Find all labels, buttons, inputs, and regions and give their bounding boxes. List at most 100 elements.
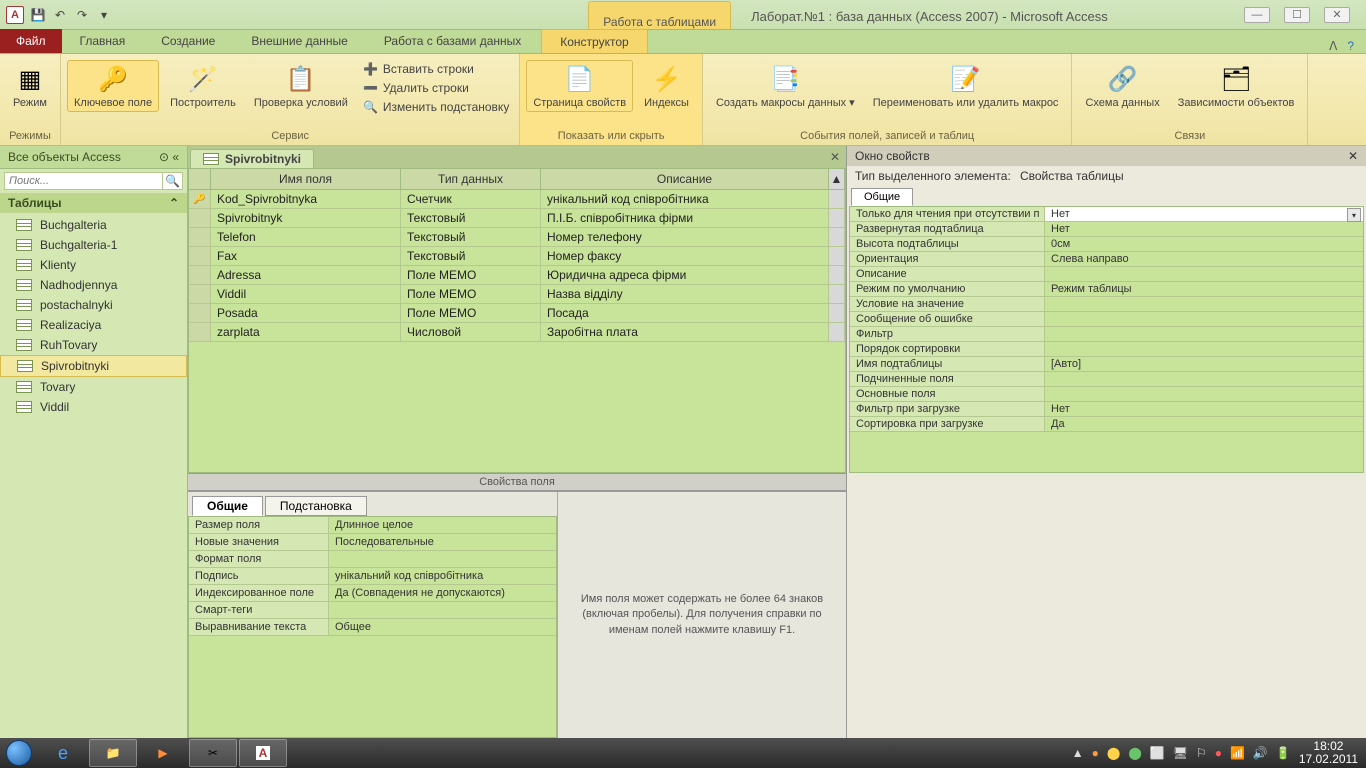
fp-tab-lookup[interactable]: Подстановка xyxy=(265,496,367,516)
pw-tab-general[interactable]: Общие xyxy=(851,188,913,206)
doc-tab-spivrobitnyki[interactable]: Spivrobitnyki xyxy=(190,149,314,168)
tab-external-data[interactable]: Внешние данные xyxy=(233,29,366,53)
fp-row[interactable]: Подписьунікальний код співробітника xyxy=(189,568,556,585)
pw-row[interactable]: Только для чтения при отсутствии пНет▾ xyxy=(850,207,1363,222)
tray-icon[interactable]: ⬤ xyxy=(1107,746,1120,760)
nav-item-buchgalteria-1[interactable]: Buchgalteria-1 xyxy=(0,235,187,255)
taskbar-snip[interactable]: ✂ xyxy=(189,739,237,767)
pw-row[interactable]: Фильтр xyxy=(850,327,1363,342)
tray-icon[interactable]: 🖥 xyxy=(1173,746,1188,760)
modify-lookup-button[interactable]: 🔍Изменить подстановку xyxy=(359,98,513,116)
pw-row[interactable]: Описание xyxy=(850,267,1363,282)
delete-rows-button[interactable]: ➖Удалить строки xyxy=(359,79,513,97)
nav-header[interactable]: Все объекты Access ⊙ « xyxy=(0,146,187,169)
pw-row[interactable]: Высота подтаблицы0см xyxy=(850,237,1363,252)
tab-home[interactable]: Главная xyxy=(62,29,144,53)
taskbar-access[interactable]: A xyxy=(239,739,287,767)
tab-database-tools[interactable]: Работа с базами данных xyxy=(366,29,539,53)
nav-section-tables[interactable]: Таблицы ⌃ xyxy=(0,193,187,213)
minimize-ribbon-icon[interactable]: ᐱ xyxy=(1329,39,1337,53)
create-macros-button[interactable]: 📑 Создать макросы данных ▾ xyxy=(709,60,862,112)
property-sheet-button[interactable]: 📄 Страница свойств xyxy=(526,60,633,112)
tray-icon[interactable]: ● xyxy=(1092,746,1099,760)
pw-row[interactable]: Сортировка при загрузкеДа xyxy=(850,417,1363,432)
help-icon[interactable]: ? xyxy=(1347,39,1354,53)
fp-grid[interactable]: Размер поляДлинное целоеНовые значенияПо… xyxy=(188,516,557,738)
pw-row[interactable]: Развернутая подтаблицаНет xyxy=(850,222,1363,237)
nav-item-postachalnyki[interactable]: postachalnyki xyxy=(0,295,187,315)
pw-row[interactable]: Имя подтаблицы[Авто] xyxy=(850,357,1363,372)
taskbar-explorer[interactable]: 📁 xyxy=(89,739,137,767)
pw-row[interactable]: Условие на значение xyxy=(850,297,1363,312)
field-row[interactable]: SpivrobitnykТекстовыйП.І.Б. співробітник… xyxy=(189,209,845,228)
nav-item-klienty[interactable]: Klienty xyxy=(0,255,187,275)
network-icon[interactable]: 📶 xyxy=(1230,746,1245,760)
pw-row[interactable]: Основные поля xyxy=(850,387,1363,402)
field-row[interactable]: PosadaПоле МЕМОПосада xyxy=(189,304,845,323)
indexes-button[interactable]: ⚡ Индексы xyxy=(637,60,696,112)
grid-body[interactable]: 🔑Kod_SpivrobitnykaСчетчикунікальний код … xyxy=(189,190,845,342)
builder-button[interactable]: 🪄 Построитель xyxy=(163,60,243,112)
taskbar-ie[interactable]: e xyxy=(39,739,87,767)
file-tab[interactable]: Файл xyxy=(0,29,62,53)
save-icon[interactable]: 💾 xyxy=(30,7,46,23)
redo-icon[interactable]: ↷ xyxy=(74,7,90,23)
pw-row[interactable]: Порядок сортировки xyxy=(850,342,1363,357)
pw-row[interactable]: ОриентацияСлева направо xyxy=(850,252,1363,267)
battery-icon[interactable]: 🔋 xyxy=(1276,746,1291,760)
nav-collapse-icon[interactable]: ⊙ « xyxy=(159,150,179,164)
pw-row[interactable]: Подчиненные поля xyxy=(850,372,1363,387)
volume-icon[interactable]: 🔊 xyxy=(1253,746,1268,760)
pw-row[interactable]: Режим по умолчаниюРежим таблицы xyxy=(850,282,1363,297)
nav-item-buchgalteria[interactable]: Buchgalteria xyxy=(0,215,187,235)
close-button[interactable]: ✕ xyxy=(1324,7,1350,23)
scroll-up-icon[interactable]: ▲ xyxy=(829,169,845,189)
field-row[interactable]: TelefonТекстовыйНомер телефону xyxy=(189,228,845,247)
field-row[interactable]: FaxТекстовыйНомер факсу xyxy=(189,247,845,266)
nav-item-ruhtovary[interactable]: RuhTovary xyxy=(0,335,187,355)
primary-key-button[interactable]: 🔑 Ключевое поле xyxy=(67,60,159,112)
tray-icon[interactable]: ▲ xyxy=(1072,746,1084,760)
tab-design[interactable]: Конструктор xyxy=(541,29,647,53)
taskbar-media[interactable]: ▶ xyxy=(139,739,187,767)
pw-row[interactable]: Фильтр при загрузкеНет xyxy=(850,402,1363,417)
pw-grid[interactable]: Только для чтения при отсутствии пНет▾Ра… xyxy=(849,206,1364,473)
nav-item-realizaciya[interactable]: Realizaciya xyxy=(0,315,187,335)
tab-create[interactable]: Создание xyxy=(143,29,233,53)
minimize-button[interactable]: — xyxy=(1244,7,1270,23)
validation-button[interactable]: 📋 Проверка условий xyxy=(247,60,355,112)
tray-icon[interactable]: ⬤ xyxy=(1128,746,1141,760)
tray-icon[interactable]: ● xyxy=(1215,746,1222,760)
fp-row[interactable]: Индексированное полеДа (Совпадения не до… xyxy=(189,585,556,602)
dropdown-icon[interactable]: ▾ xyxy=(1347,208,1361,222)
tray-icon[interactable]: ⬜ xyxy=(1150,746,1165,760)
start-button[interactable] xyxy=(0,738,38,768)
undo-icon[interactable]: ↶ xyxy=(52,7,68,23)
fp-tab-general[interactable]: Общие xyxy=(192,496,263,516)
pw-row[interactable]: Сообщение об ошибке xyxy=(850,312,1363,327)
dependencies-button[interactable]: 🗂 Зависимости объектов xyxy=(1171,60,1302,112)
rename-macro-button[interactable]: 📝 Переименовать или удалить макрос xyxy=(866,60,1066,112)
field-row[interactable]: 🔑Kod_SpivrobitnykaСчетчикунікальний код … xyxy=(189,190,845,209)
relationships-button[interactable]: 🔗 Схема данных xyxy=(1078,60,1166,112)
clock[interactable]: 18:02 17.02.2011 xyxy=(1299,740,1358,766)
search-input[interactable] xyxy=(4,172,163,190)
nav-item-tovary[interactable]: Tovary xyxy=(0,377,187,397)
maximize-button[interactable]: ☐ xyxy=(1284,7,1310,23)
fp-row[interactable]: Размер поляДлинное целое xyxy=(189,517,556,534)
grid-blank[interactable] xyxy=(189,342,845,472)
close-tab-icon[interactable]: ✕ xyxy=(830,150,840,164)
insert-rows-button[interactable]: ➕Вставить строки xyxy=(359,60,513,78)
view-button[interactable]: ▦ Режим xyxy=(6,60,54,112)
nav-item-spivrobitnyki[interactable]: Spivrobitnyki xyxy=(0,355,187,377)
fp-row[interactable]: Выравнивание текстаОбщее xyxy=(189,619,556,636)
fp-row[interactable]: Новые значенияПоследовательные xyxy=(189,534,556,551)
fp-row[interactable]: Смарт-теги xyxy=(189,602,556,619)
field-row[interactable]: AdressaПоле МЕМОЮридична адреса фірми xyxy=(189,266,845,285)
qat-dropdown-icon[interactable]: ▾ xyxy=(96,7,112,23)
field-row[interactable]: zarplataЧисловойЗаробітна плата xyxy=(189,323,845,342)
close-icon[interactable]: ✕ xyxy=(1348,149,1358,163)
fp-row[interactable]: Формат поля xyxy=(189,551,556,568)
field-row[interactable]: ViddilПоле МЕМОНазва відділу xyxy=(189,285,845,304)
nav-item-nadhodjennya[interactable]: Nadhodjennya xyxy=(0,275,187,295)
